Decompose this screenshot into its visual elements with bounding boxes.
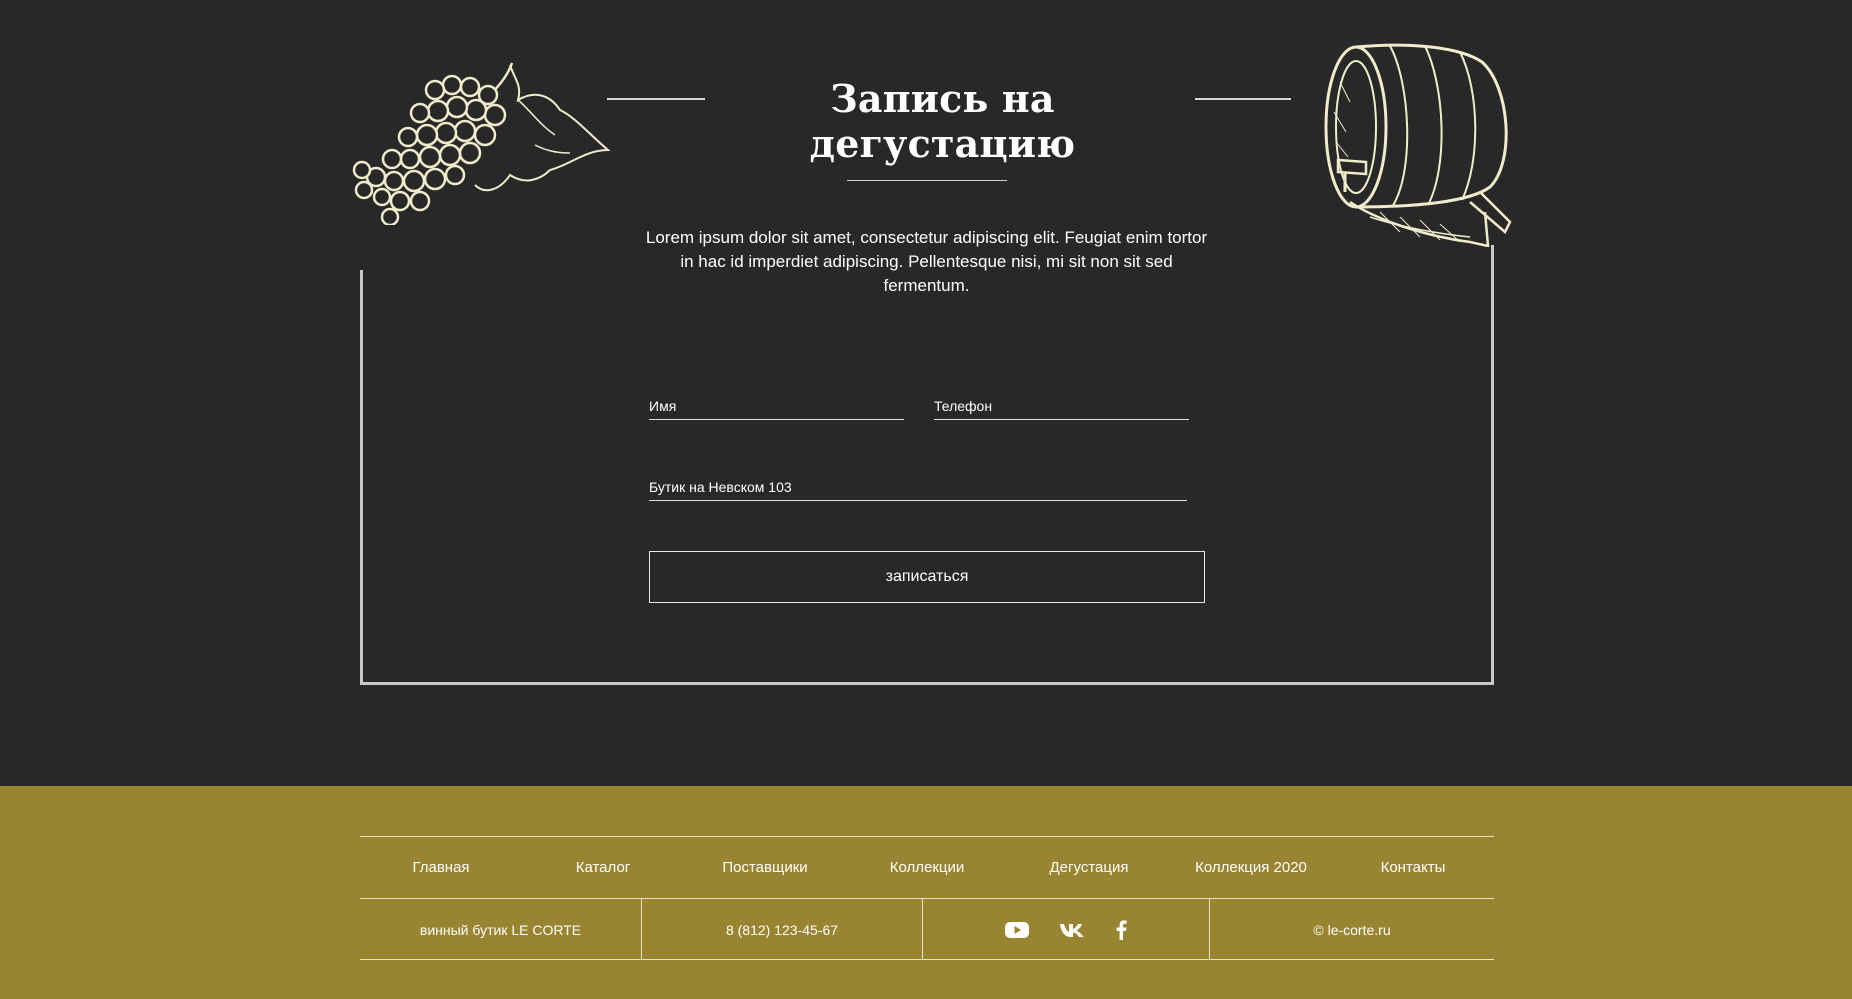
name-field[interactable] (649, 382, 904, 420)
phone-input[interactable] (934, 382, 1189, 419)
title-line-left (607, 98, 705, 100)
frame-border-bottom (360, 682, 1494, 685)
footer-nav-collections[interactable]: Коллекции (846, 850, 1008, 886)
frame-border-right (1491, 245, 1494, 685)
boutique-field[interactable] (649, 463, 1187, 501)
frame-border-left (360, 270, 363, 685)
title-underline (847, 180, 1007, 181)
name-input[interactable] (649, 382, 904, 419)
footer-nav-suppliers[interactable]: Поставщики (684, 850, 846, 886)
youtube-icon[interactable] (1005, 921, 1029, 939)
footer-nav-contacts[interactable]: Контакты (1332, 850, 1494, 886)
footer-nav-home[interactable]: Главная (360, 850, 522, 886)
section-title: Запись на дегустацию (809, 76, 1076, 166)
footer (0, 786, 1852, 999)
footer-nav-collection-2020[interactable]: Коллекция 2020 (1170, 850, 1332, 886)
footer-info-row: винный бутик LE CORTE 8 (812) 123-45-67 … (360, 899, 1494, 960)
title-line-right (1195, 98, 1291, 100)
barrel-illustration (1324, 43, 1512, 247)
phone-field[interactable] (934, 382, 1189, 420)
grapes-illustration (352, 62, 610, 225)
section-description: Lorem ipsum dolor sit amet, consectetur … (645, 228, 1208, 295)
tasting-signup-section: Запись на дегустацию Lorem ipsum dolor s… (0, 0, 1852, 786)
footer-copyright: © le-corte.ru (1313, 921, 1391, 938)
vk-icon[interactable] (1059, 922, 1085, 938)
signup-submit-button[interactable]: записаться (649, 551, 1205, 603)
footer-divider-top (360, 836, 1494, 837)
footer-social (923, 899, 1210, 960)
boutique-input[interactable] (649, 463, 1187, 500)
facebook-icon[interactable] (1115, 919, 1127, 940)
footer-nav-tasting[interactable]: Дегустация (1008, 850, 1170, 886)
footer-divider-bottom (360, 959, 1494, 960)
footer-nav-catalog[interactable]: Каталог (522, 850, 684, 886)
footer-brand: винный бутик LE CORTE (360, 899, 642, 960)
footer-nav: Главная Каталог Поставщики Коллекции Дег… (360, 850, 1494, 886)
footer-phone[interactable]: 8 (812) 123-45-67 (642, 899, 923, 960)
